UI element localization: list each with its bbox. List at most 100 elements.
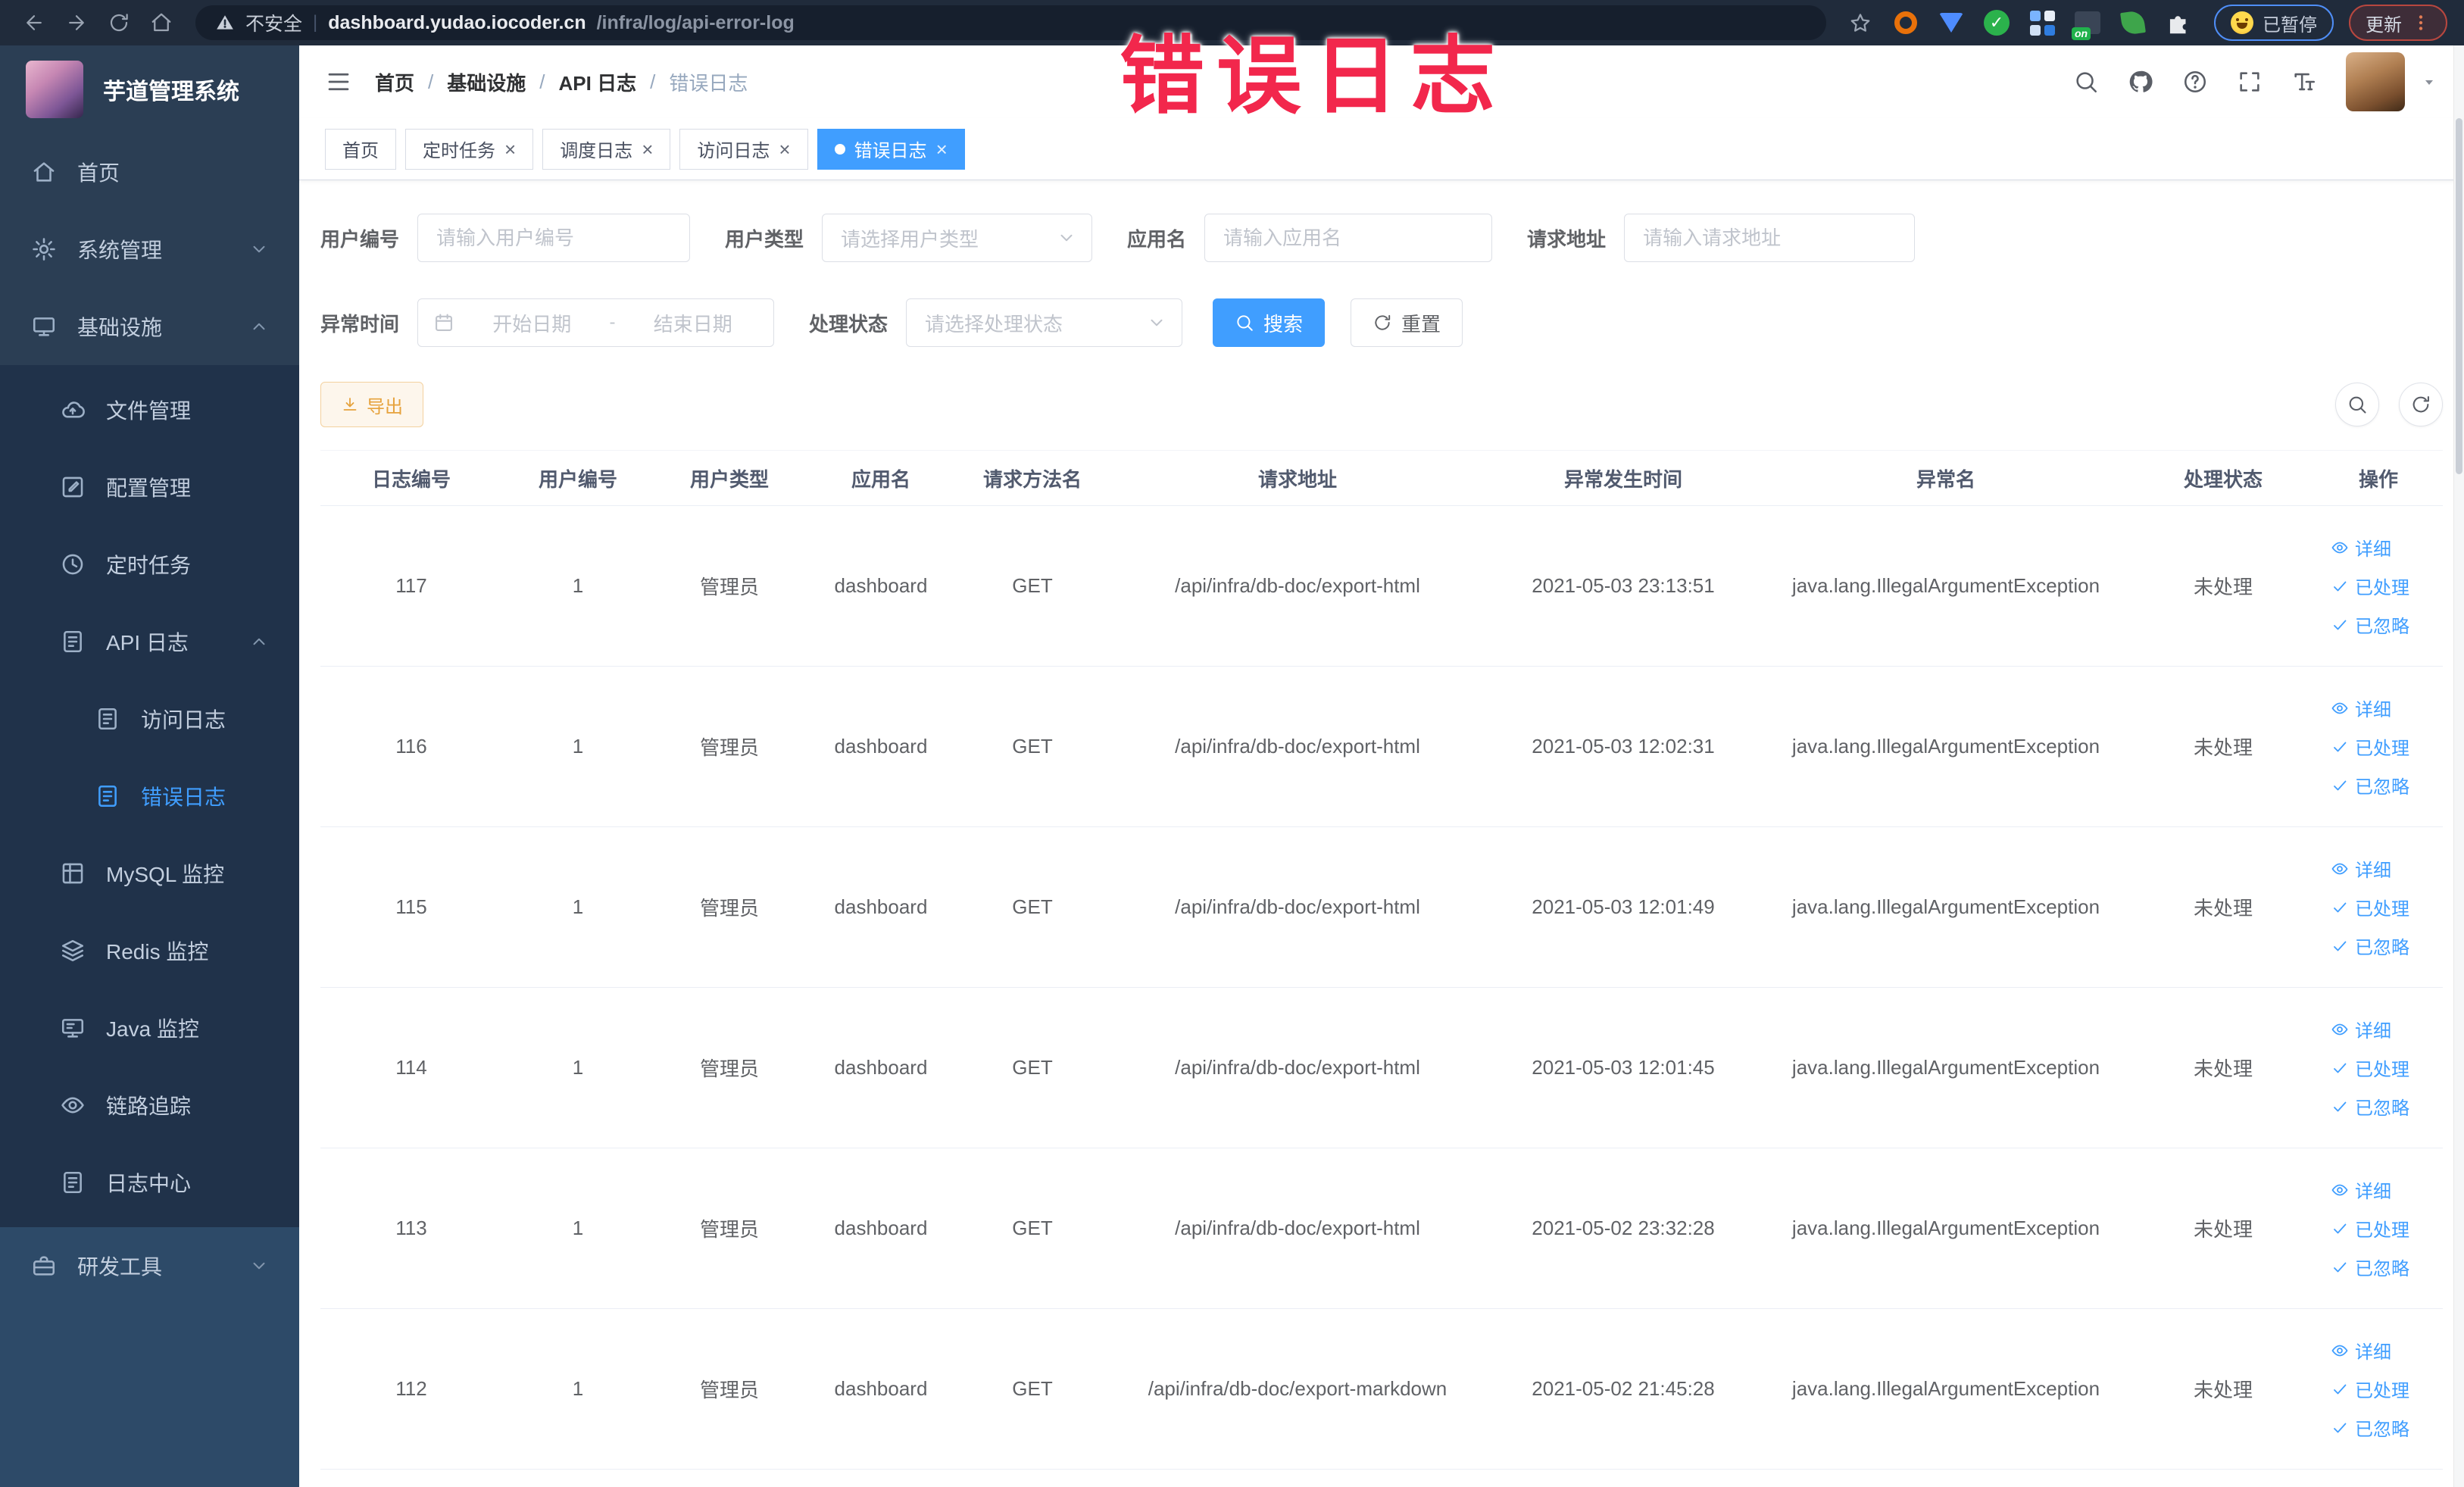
sidebar-item-trace[interactable]: 链路追踪: [0, 1067, 299, 1144]
editsq-icon: [59, 473, 86, 501]
sidebar-item-file[interactable]: 文件管理: [0, 371, 299, 448]
cell-app: dashboard: [834, 1056, 928, 1079]
browser-menu-kebab-icon[interactable]: [2411, 13, 2431, 33]
tab-close-icon[interactable]: ×: [642, 139, 653, 159]
home-icon: [30, 158, 58, 186]
extension-shield-icon[interactable]: [1937, 8, 1966, 37]
cell-user_id: 1: [572, 1217, 584, 1239]
breadcrumb-item[interactable]: 基础设施: [447, 68, 526, 96]
header-actions: [2073, 52, 2438, 111]
sidebar-item-mysql[interactable]: MySQL 监控: [0, 835, 299, 912]
sidebar-item-label: 日志中心: [106, 1172, 192, 1195]
cell-id: 115: [395, 895, 427, 918]
action-link-详细[interactable]: 详细: [2331, 1016, 2391, 1042]
extension-grid-icon[interactable]: [2028, 8, 2056, 37]
tab-close-icon[interactable]: ×: [504, 139, 516, 159]
tab-label: 首页: [342, 141, 379, 161]
browser-forward-icon[interactable]: [59, 5, 94, 40]
action-link-已处理[interactable]: 已处理: [2331, 573, 2409, 599]
action-link-已忽略[interactable]: 已忽略: [2331, 772, 2409, 798]
menu-collapse-icon[interactable]: [325, 68, 352, 95]
request-url-input[interactable]: [1624, 214, 1916, 262]
extensions-puzzle-icon[interactable]: [2164, 8, 2193, 37]
browser-reload-icon[interactable]: [101, 5, 136, 40]
cell-time: 2021-05-02 21:45:28: [1532, 1377, 1715, 1400]
sidebar-item-error-log[interactable]: 错误日志: [0, 758, 299, 835]
action-link-已忽略[interactable]: 已忽略: [2331, 1093, 2409, 1120]
cell-app: dashboard: [834, 1217, 928, 1239]
breadcrumb-item[interactable]: API 日志: [559, 68, 637, 96]
app-logo-row[interactable]: 芋道管理系统: [0, 45, 299, 133]
page-scrollbar[interactable]: [2453, 45, 2464, 1487]
bookmark-star-icon[interactable]: [1843, 5, 1878, 40]
browser-back-icon[interactable]: [17, 5, 52, 40]
extension-green-check-icon[interactable]: ✓: [1982, 8, 2011, 37]
extension-on-badge-icon[interactable]: on: [2072, 8, 2102, 40]
font-size-icon[interactable]: [2291, 69, 2317, 95]
action-link-详细[interactable]: 详细: [2331, 695, 2391, 721]
refresh-button[interactable]: [2399, 383, 2443, 426]
tab-访问日志[interactable]: 访问日志 ×: [679, 128, 808, 170]
action-link-已处理[interactable]: 已处理: [2331, 1054, 2409, 1081]
exception-time-range-input[interactable]: 开始日期 - 结束日期: [417, 298, 775, 347]
action-link-已处理[interactable]: 已处理: [2331, 1215, 2409, 1242]
user-id-input[interactable]: [417, 214, 691, 262]
tab-close-icon[interactable]: ×: [936, 139, 948, 159]
extension-orange-icon[interactable]: [1891, 8, 1920, 37]
tab-错误日志[interactable]: 错误日志 ×: [817, 128, 965, 170]
sidebar-item-home[interactable]: 首页: [0, 133, 299, 211]
sidebar-item-log-center[interactable]: 日志中心: [0, 1144, 299, 1221]
action-link-详细[interactable]: 详细: [2331, 855, 2391, 882]
sidebar-item-infra[interactable]: 基础设施: [0, 288, 299, 365]
browser-update-button[interactable]: 更新: [2349, 5, 2447, 41]
action-link-已忽略[interactable]: 已忽略: [2331, 611, 2409, 638]
reset-button[interactable]: 重置: [1351, 298, 1463, 347]
sidebar-item-java[interactable]: Java 监控: [0, 989, 299, 1067]
fullscreen-icon[interactable]: [2237, 69, 2263, 95]
process-status-select[interactable]: 请选择处理状态: [906, 298, 1183, 347]
action-link-已处理[interactable]: 已处理: [2331, 894, 2409, 920]
breadcrumb-item[interactable]: 首页: [375, 68, 414, 96]
help-icon[interactable]: [2182, 69, 2208, 95]
browser-home-icon[interactable]: [144, 5, 179, 40]
sidebar-item-redis[interactable]: Redis 监控: [0, 912, 299, 989]
action-link-详细[interactable]: 详细: [2331, 1176, 2391, 1203]
sidebar-item-job[interactable]: 定时任务: [0, 526, 299, 603]
extension-leaf-icon[interactable]: [2119, 8, 2147, 37]
user-id-label: 用户编号: [320, 227, 400, 251]
action-link-详细[interactable]: 详细: [2331, 1337, 2391, 1364]
avatar-caret-down-icon[interactable]: [2420, 73, 2438, 91]
action-link-已处理[interactable]: 已处理: [2331, 1376, 2409, 1402]
sidebar-item-config[interactable]: 配置管理: [0, 448, 299, 526]
tab-close-icon[interactable]: ×: [779, 139, 790, 159]
request-url-label: 请求地址: [1527, 227, 1607, 251]
action-link-已忽略[interactable]: 已忽略: [2331, 932, 2409, 959]
table-row: 114 1 管理员 dashboard GET/api/infra/db-doc/exp…: [320, 988, 2443, 1148]
toggle-search-button[interactable]: [2335, 383, 2379, 426]
content: 用户编号 用户类型 请选择用户类型 应用名: [299, 180, 2464, 1487]
app-name-input[interactable]: [1204, 214, 1493, 262]
github-icon[interactable]: [2128, 69, 2153, 95]
column-header: 日志编号: [371, 467, 451, 491]
search-button[interactable]: 搜索: [1213, 298, 1326, 347]
action-link-已忽略[interactable]: 已忽略: [2331, 1254, 2409, 1280]
scrollbar-thumb[interactable]: [2456, 118, 2462, 474]
action-link-详细[interactable]: 详细: [2331, 534, 2391, 561]
tab-定时任务[interactable]: 定时任务 ×: [405, 128, 534, 170]
cell-exception: java.lang.IllegalArgumentException: [1791, 1056, 2100, 1079]
action-link-已处理[interactable]: 已处理: [2331, 733, 2409, 760]
export-button[interactable]: 导出: [320, 382, 423, 427]
tab-首页[interactable]: 首页: [325, 128, 396, 170]
address-bar[interactable]: 不安全 | dashboard.yudao.iocoder.cn/infra/l…: [195, 5, 1826, 40]
user-avatar[interactable]: [2346, 52, 2405, 111]
sidebar-item-access-log[interactable]: 访问日志: [0, 680, 299, 758]
tab-调度日志[interactable]: 调度日志 ×: [542, 128, 671, 170]
sidebar-item-api-log[interactable]: API 日志: [0, 603, 299, 680]
sidebar-item-dev-tool[interactable]: 研发工具: [0, 1227, 299, 1304]
sidebar-item-system[interactable]: 系统管理: [0, 211, 299, 288]
profile-paused-badge[interactable]: 已暂停: [2214, 5, 2334, 41]
user-type-select[interactable]: 请选择用户类型: [822, 214, 1093, 262]
search-icon[interactable]: [2073, 69, 2099, 95]
breadcrumb-item: 错误日志: [669, 71, 748, 95]
action-link-已忽略[interactable]: 已忽略: [2331, 1414, 2409, 1441]
